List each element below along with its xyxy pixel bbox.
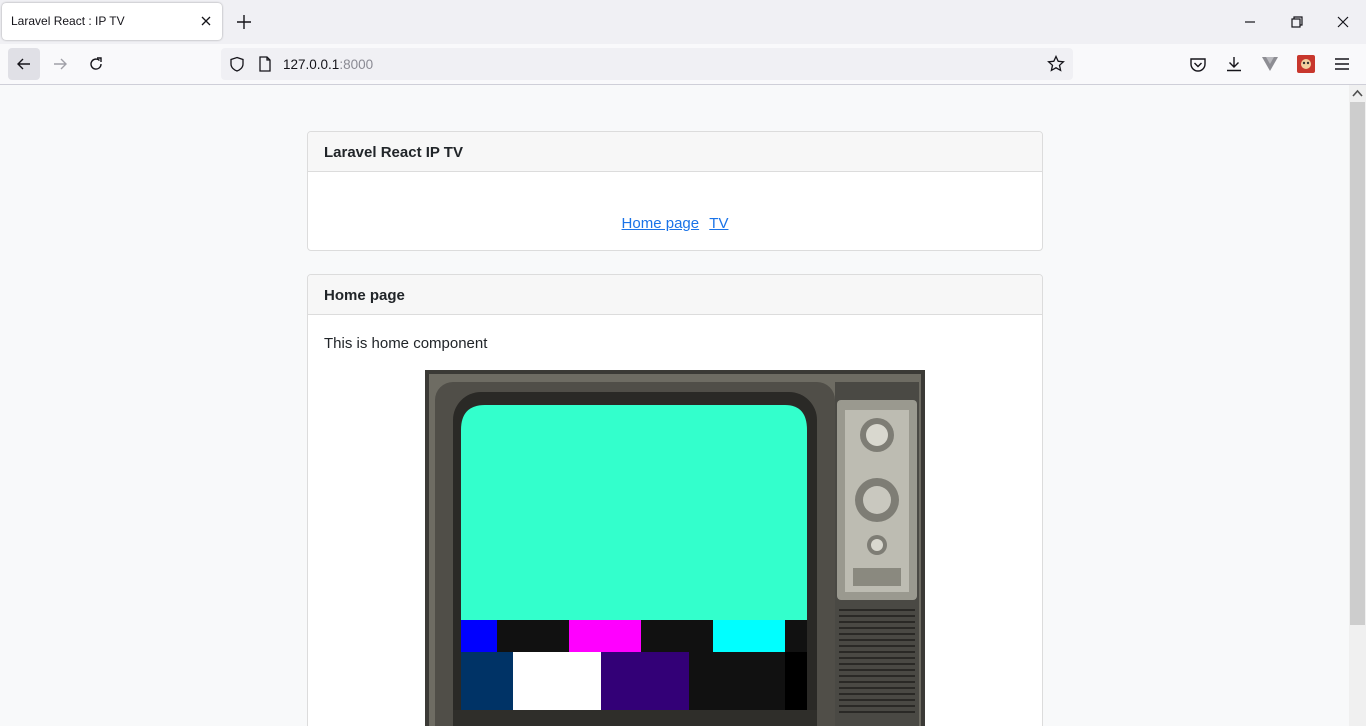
back-button[interactable] — [8, 48, 40, 80]
back-icon — [17, 58, 30, 70]
url-host: 127.0.0.1 — [283, 57, 340, 72]
restore-icon[interactable] — [1287, 12, 1307, 32]
forward-button[interactable] — [44, 48, 76, 80]
url-text[interactable]: 127.0.0.1:8000 — [283, 57, 373, 72]
tv-image — [425, 370, 925, 726]
close-window-icon[interactable] — [1333, 12, 1353, 32]
download-icon[interactable] — [1225, 55, 1243, 73]
page-viewport: Laravel React IP TV Home page TV Home pa… — [0, 85, 1349, 726]
tab-bar: Laravel React : IP TV — [0, 0, 1366, 44]
menu-icon[interactable] — [1333, 56, 1351, 72]
home-card: Home page This is home component — [307, 274, 1043, 726]
reload-icon — [90, 57, 102, 70]
link-home-page[interactable]: Home page — [622, 215, 700, 232]
home-body-text: This is home component — [324, 335, 488, 352]
link-tv[interactable]: TV — [709, 215, 728, 232]
nav-links: Home page TV — [308, 215, 1042, 232]
scroll-up-arrow-icon[interactable] — [1349, 85, 1366, 102]
pocket-icon[interactable] — [1189, 56, 1207, 74]
plus-icon[interactable] — [234, 12, 254, 32]
scrollbar[interactable] — [1349, 85, 1366, 726]
home-card-title: Home page — [308, 275, 1042, 315]
nav-bar: 127.0.0.1:8000 — [0, 44, 1366, 85]
tab-title: Laravel React : IP TV — [11, 14, 125, 28]
url-bar[interactable]: 127.0.0.1:8000 — [221, 48, 1073, 80]
shield-icon[interactable] — [229, 56, 245, 72]
tab-active[interactable]: Laravel React : IP TV — [2, 3, 222, 40]
vpn-icon[interactable] — [1261, 56, 1279, 72]
close-icon[interactable] — [198, 13, 214, 29]
extension-icon[interactable] — [1297, 55, 1315, 73]
reload-button[interactable] — [80, 48, 112, 80]
forward-icon — [54, 58, 67, 70]
nav-card: Laravel React IP TV Home page TV — [307, 131, 1043, 251]
star-icon[interactable] — [1047, 55, 1065, 73]
minimize-icon[interactable] — [1240, 12, 1260, 32]
url-port: :8000 — [339, 57, 374, 72]
scrollbar-thumb[interactable] — [1350, 102, 1365, 625]
page-icon[interactable] — [258, 56, 272, 72]
nav-card-title: Laravel React IP TV — [308, 132, 1042, 172]
